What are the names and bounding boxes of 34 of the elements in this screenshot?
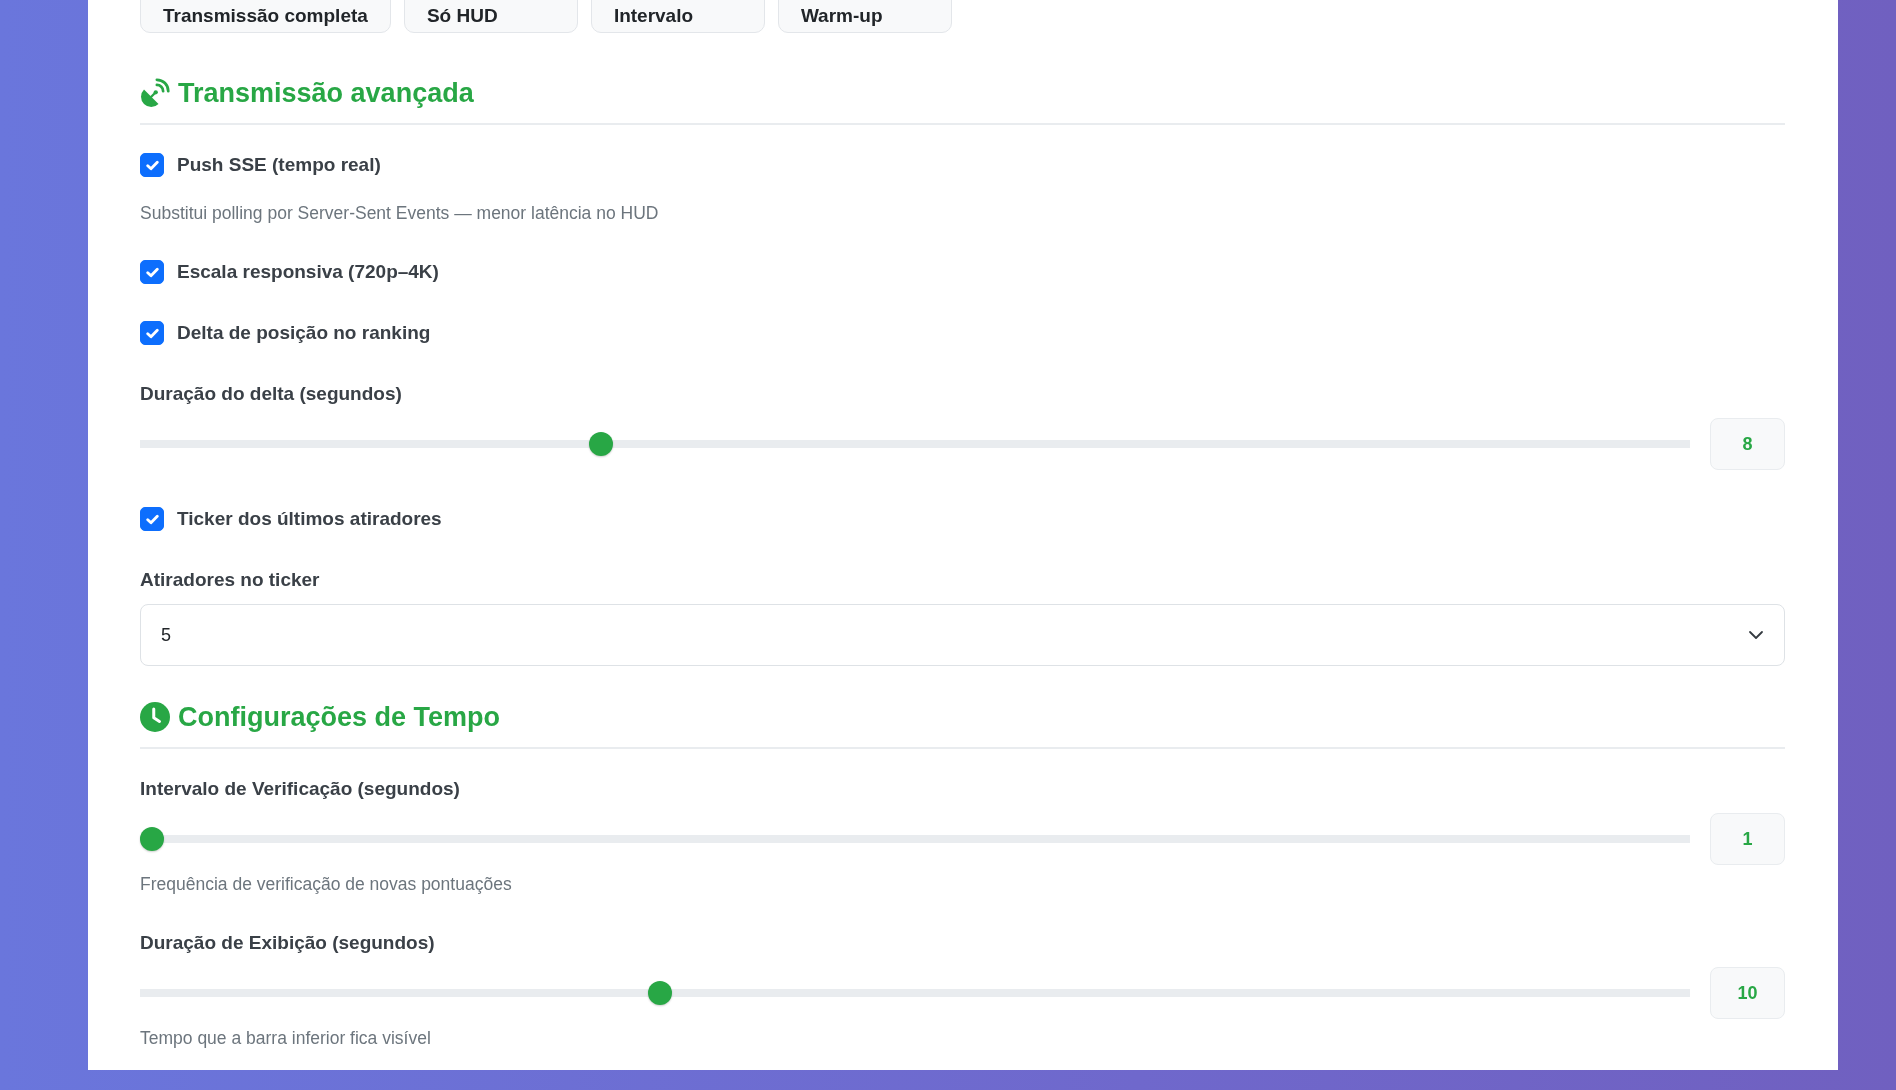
checkbox[interactable] [140,153,164,177]
checkbox-label: Push SSE (tempo real) [177,153,381,177]
field-label: Atiradores no ticker [140,568,321,592]
section-title: Transmissão avançada [178,77,474,110]
help-text: Substitui polling por Server-Sent Events — menor latência no HUD [140,203,660,223]
select-field[interactable]: 5 [140,604,1785,666]
checkbox[interactable] [140,507,164,531]
checkbox[interactable] [140,260,164,284]
preset-button[interactable]: Intervalo [590,0,765,33]
field-label: Duração do delta (segundos) [140,382,403,406]
slider-thumb[interactable] [648,981,673,1005]
field-label: Intervalo de Verificação (segundos) [140,777,461,801]
slider-thumb[interactable] [140,827,164,851]
help-text: Tempo que a barra inferior fica visível [140,1028,432,1048]
preset-button[interactable]: Transmissão completa [140,0,391,33]
value-display: 8 [1710,418,1785,470]
section-title: Configurações de Tempo [178,701,501,734]
checkmark-icon [145,327,159,339]
checkbox[interactable] [140,321,164,345]
value-display: 10 [1710,967,1785,1019]
checkbox-label: Ticker dos últimos atiradores [177,507,442,531]
help-text: Frequência de verificação de novas pontuações [140,874,513,894]
satellite-dish-icon [140,78,170,108]
checkmark-icon [145,159,159,171]
checkmark-icon [145,513,159,525]
checkbox-label: Escala responsiva (720p–4K) [177,260,439,284]
preset-button[interactable]: Só HUD [403,0,578,33]
checkbox-label: Delta de posição no ranking [177,321,431,345]
preset-button[interactable]: Warm-up [777,0,952,33]
slider-thumb[interactable] [588,432,613,456]
checkmark-icon [145,266,159,278]
value-display: 1 [1710,813,1785,865]
field-label: Duração de Exibição (segundos) [140,931,436,955]
clock-icon [140,702,170,732]
